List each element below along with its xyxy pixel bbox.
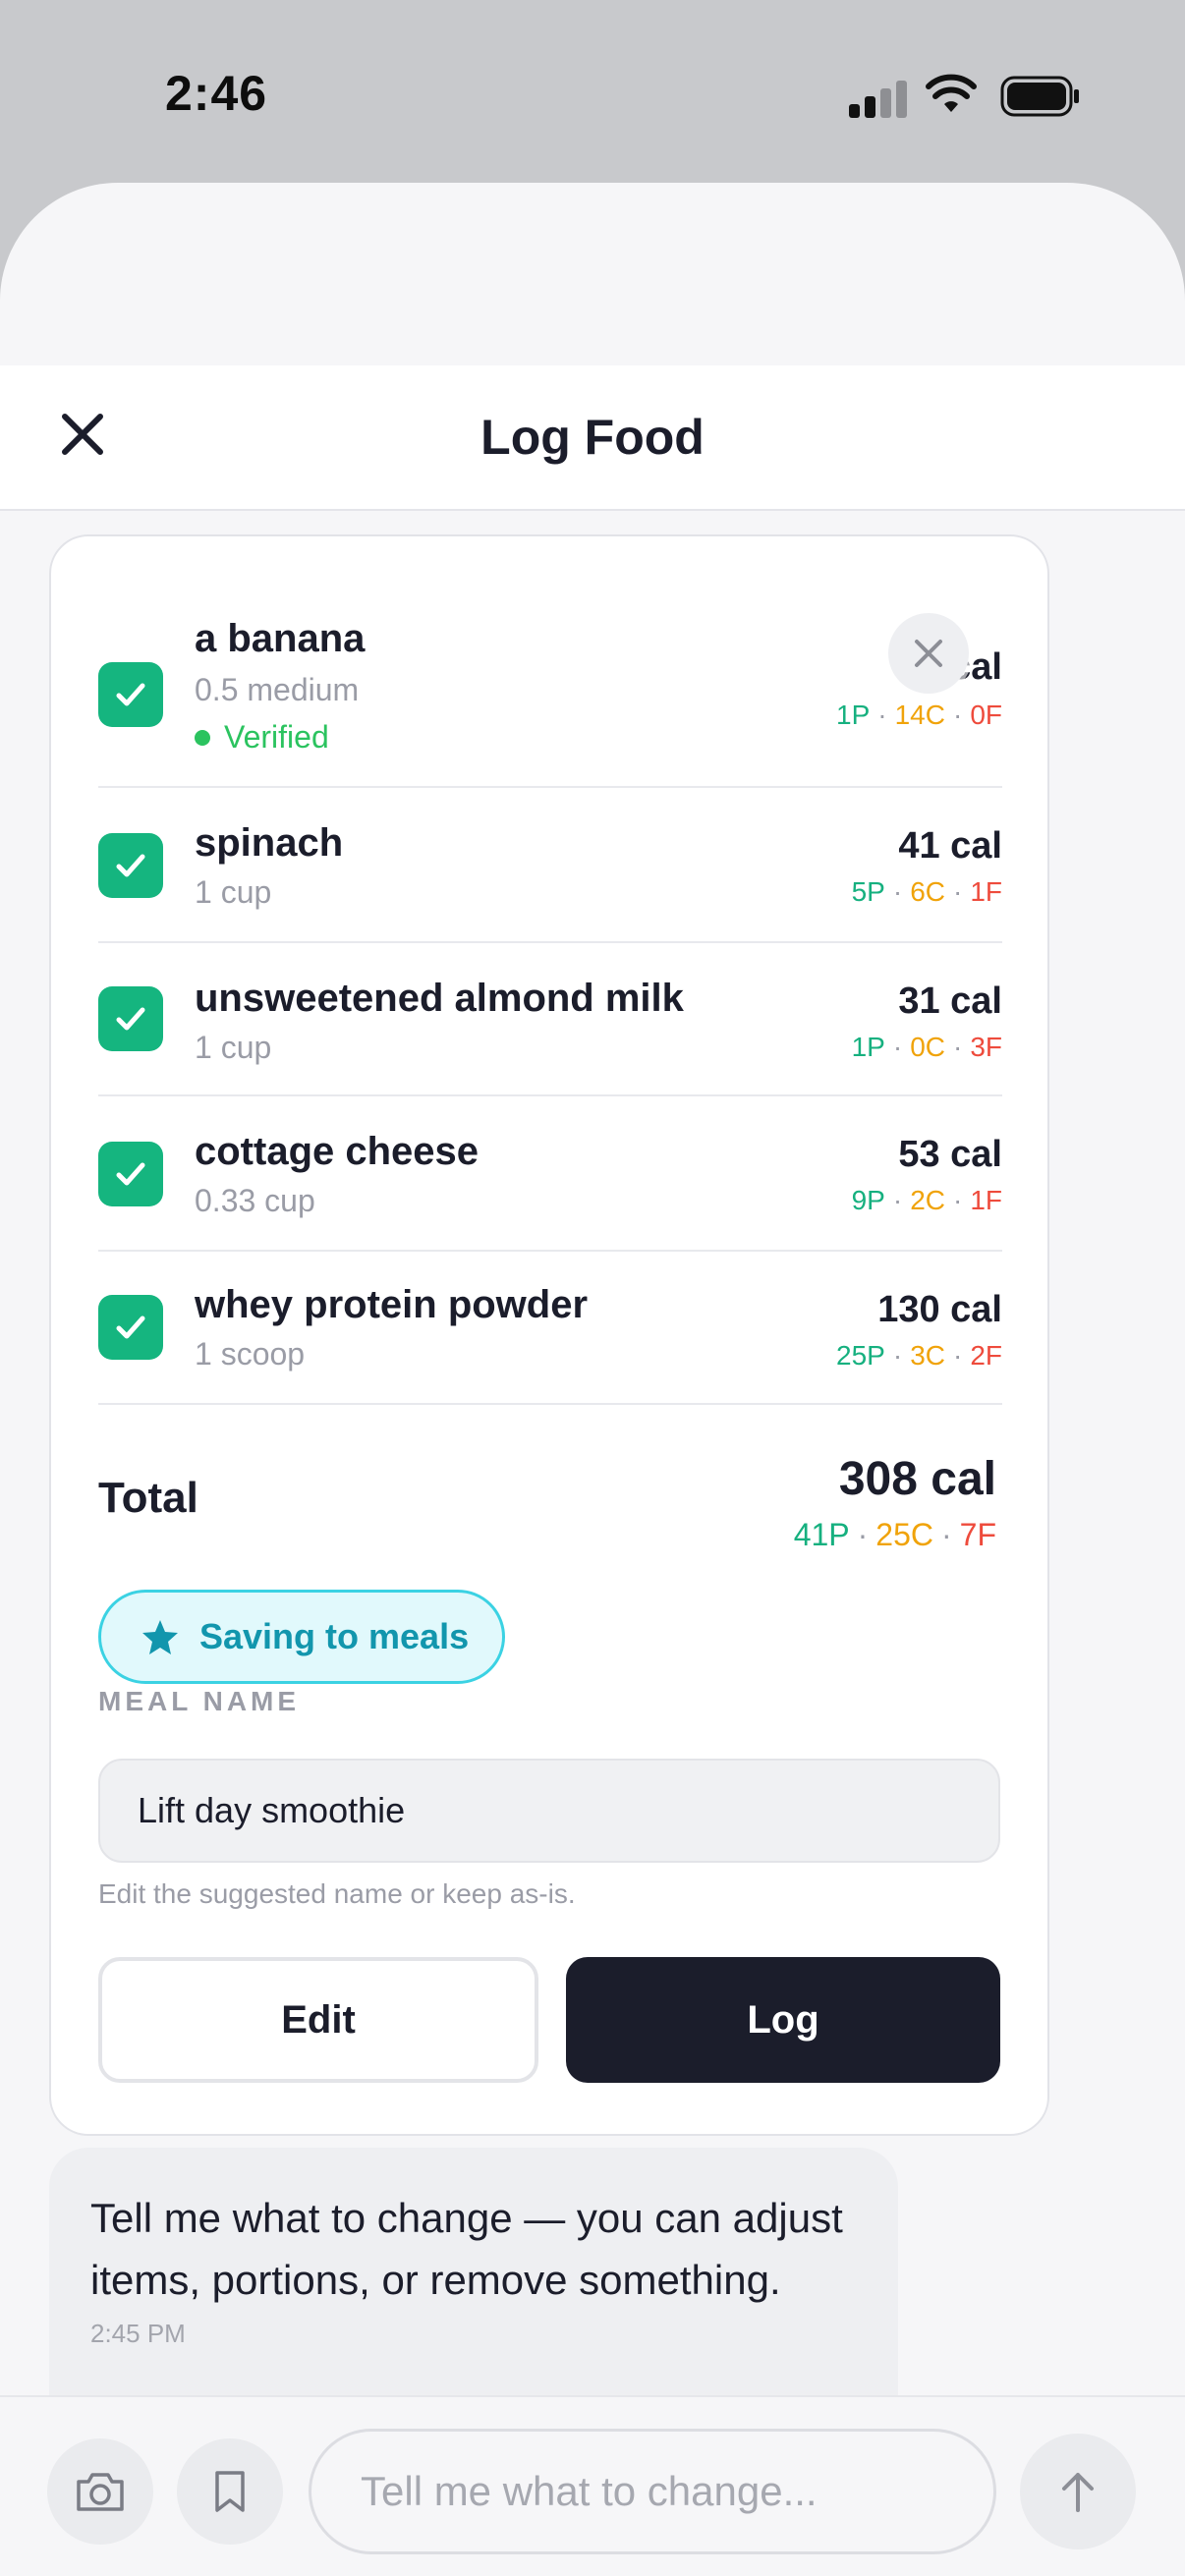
verified-dot-icon (195, 729, 210, 746)
camera-button[interactable] (47, 2438, 153, 2545)
checkmark-icon (116, 1316, 145, 1339)
status-bar: 2:46 (0, 0, 1185, 187)
camera-icon (77, 2473, 124, 2511)
item-checkbox[interactable] (98, 833, 163, 898)
item-name: whey protein powder (195, 1283, 589, 1326)
verified-badge: Verified (195, 719, 329, 756)
saving-label: Saving to meals (199, 1616, 470, 1656)
item-name: spinach (195, 821, 344, 865)
send-button[interactable] (1020, 2434, 1136, 2549)
item-calories: 31 cal (898, 980, 1002, 1022)
chat-message-input[interactable] (309, 2429, 996, 2554)
item-name: cottage cheese (195, 1130, 480, 1173)
item-quantity: 1 cup (195, 1030, 272, 1065)
item-checkbox[interactable] (98, 1142, 163, 1206)
close-icon (915, 640, 942, 667)
total-label: Total (98, 1474, 198, 1522)
chat-input-bar (0, 2395, 1185, 2576)
item-macros: 5P · 6C · 1F (851, 876, 1002, 907)
verified-label: Verified (224, 719, 329, 755)
checkmark-icon (116, 854, 145, 877)
meal-name-hint: Edit the suggested name or keep as-is. (98, 1878, 576, 1909)
food-item: unsweetened almond milk 1 cup 31 cal 1P ·… (98, 943, 1002, 1096)
remove-item-button[interactable] (888, 613, 969, 694)
food-item: spinach 1 cup 41 cal 5P · 6C · 1F (98, 788, 1002, 943)
checkmark-icon (116, 683, 145, 706)
edit-button[interactable]: Edit (98, 1957, 538, 2083)
saved-meals-button[interactable] (177, 2438, 283, 2545)
checkmark-icon (116, 1162, 145, 1186)
cellular-signal-icon (849, 79, 908, 118)
total-macros: 41P · 25C · 7F (793, 1517, 996, 1552)
item-checkbox[interactable] (98, 662, 163, 727)
item-quantity: 1 scoop (195, 1336, 306, 1372)
page-title: Log Food (480, 410, 705, 465)
item-macros: 25P · 3C · 2F (836, 1340, 1002, 1371)
food-item: whey protein powder 1 scoop 130 cal 25P ·… (98, 1252, 1002, 1405)
food-item: cottage cheese 0.33 cup 53 cal 9P · 2C · 1F (98, 1096, 1002, 1252)
item-quantity: 0.5 medium (195, 672, 360, 707)
status-time: 2:46 (165, 66, 268, 121)
battery-icon (1000, 76, 1079, 117)
sheet-header: Log Food (0, 365, 1185, 511)
food-item: a banana 0.5 medium Verified 53 cal 1P·1… (98, 595, 1002, 788)
checkmark-icon (116, 1007, 145, 1031)
bookmark-icon (215, 2471, 245, 2512)
meal-name-label: MEAL NAME (98, 1686, 301, 1716)
item-calories: 41 cal (898, 825, 1002, 867)
item-name: a banana (195, 617, 366, 660)
assistant-message-text: Tell me what to change — you can adjust … (90, 2195, 843, 2303)
wifi-icon (926, 74, 977, 112)
item-macros: 1P · 0C · 3F (851, 1032, 1002, 1062)
item-name: unsweetened almond milk (195, 977, 684, 1020)
item-quantity: 1 cup (195, 874, 272, 910)
item-calories: 130 cal (877, 1289, 1002, 1330)
message-timestamp: 2:45 PM (90, 2319, 186, 2348)
total-calories: 308 cal (838, 1453, 996, 1505)
saving-to-meals-toggle[interactable]: Saving to meals (98, 1590, 505, 1684)
item-macros: 9P · 2C · 1F (851, 1185, 1002, 1215)
meal-name-input[interactable] (98, 1759, 1000, 1863)
assistant-message-bubble: Tell me what to change — you can adjust … (49, 2148, 898, 2403)
item-calories: 53 cal (898, 1134, 1002, 1175)
item-quantity: 0.33 cup (195, 1183, 315, 1218)
item-macros: 1P · 14C · 0F (836, 700, 1002, 730)
item-checkbox[interactable] (98, 1295, 163, 1360)
star-icon (142, 1620, 178, 1654)
item-checkbox[interactable] (98, 986, 163, 1051)
log-button[interactable]: Log (566, 1957, 1000, 2083)
arrow-up-icon (1062, 2473, 1094, 2512)
